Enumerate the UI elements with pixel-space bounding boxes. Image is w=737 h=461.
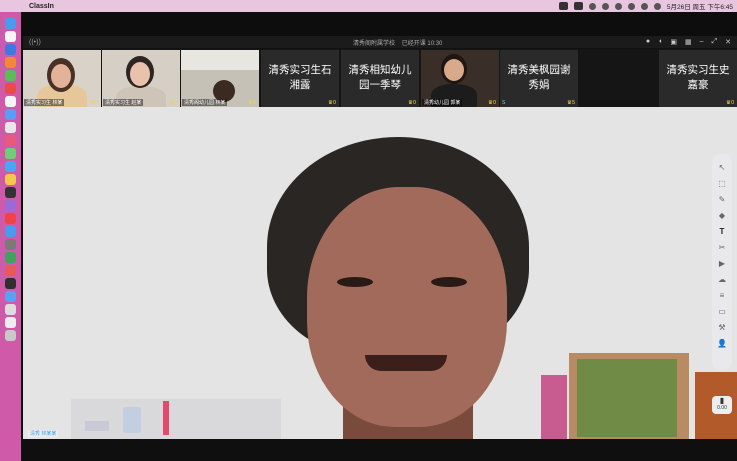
- dock: [0, 12, 21, 461]
- dock-app-icon[interactable]: [5, 174, 16, 185]
- self-video-label: 清秀 林某某: [28, 430, 59, 437]
- participant-tile[interactable]: 清秀幼儿园 郭某 ♛0: [421, 50, 499, 107]
- camera-toggle-icon[interactable]: ▣: [670, 38, 677, 46]
- fullscreen-icon[interactable]: ⤢: [712, 38, 718, 46]
- select-icon[interactable]: ⬚: [716, 178, 728, 190]
- camera-status-icon[interactable]: [558, 2, 568, 10]
- trophy-count: ♛0: [248, 100, 256, 106]
- dock-app-icon[interactable]: [5, 109, 16, 120]
- trophy-count: ♛0: [90, 100, 98, 106]
- participant-name: 清秀相知幼儿园一季琴: [348, 64, 412, 91]
- whiteboard-toolbar: ↖ ⬚ ✎ ◆ T ✂ ▶ ☁ ≡ ▭ ⚒ 👤: [712, 154, 732, 370]
- dock-app-icon[interactable]: [5, 96, 16, 107]
- participant-tile[interactable]: 清秀实习生史嘉豪 ♛0: [659, 50, 737, 107]
- camera-icon[interactable]: ▶: [716, 258, 728, 270]
- bell-icon[interactable]: [601, 2, 609, 10]
- dock-app-icon[interactable]: [5, 31, 16, 42]
- dock-app-icon[interactable]: [5, 317, 16, 328]
- dock-app-icon[interactable]: [5, 57, 16, 68]
- dock-app-icon[interactable]: [5, 70, 16, 81]
- mic-icon: S: [502, 100, 506, 106]
- participant-tile[interactable]: 清秀阁幼儿园 林某 ♛0: [181, 50, 259, 107]
- wifi-icon[interactable]: [627, 2, 635, 10]
- scissors-icon[interactable]: ✂: [716, 242, 728, 254]
- classroom-title: 清秀阁附属学校: [353, 40, 396, 47]
- participant-name: 清秀实习生 林某: [24, 99, 65, 106]
- participant-name: 清秀实习生石湘露: [268, 64, 332, 91]
- control-center-icon[interactable]: [653, 2, 661, 10]
- dock-app-icon[interactable]: [5, 83, 16, 94]
- trophy-count: ♛0: [488, 100, 496, 106]
- clock[interactable]: 5月26日 周五 下午6:45: [667, 1, 733, 11]
- dock-app-icon[interactable]: [5, 187, 16, 198]
- network-signal-icon: ((•)): [29, 38, 41, 46]
- text-icon[interactable]: T: [716, 226, 728, 238]
- dock-app-icon[interactable]: [5, 252, 16, 263]
- status-area: 5月26日 周五 下午6:45: [558, 1, 737, 11]
- users-icon[interactable]: 👤: [716, 338, 728, 350]
- participant-tile[interactable]: 清秀实习生 林某 ♛0: [23, 50, 101, 107]
- trophy-count: ♛0: [328, 100, 336, 106]
- dock-app-icon[interactable]: [5, 239, 16, 250]
- dock-app-icon[interactable]: [5, 161, 16, 172]
- bottom-bar: [23, 439, 737, 461]
- folder-icon[interactable]: ▭: [716, 306, 728, 318]
- class-timer: 已经开课 10:30: [401, 40, 443, 47]
- app-name[interactable]: ClassIn: [29, 3, 54, 10]
- participant-name: 清秀实习生 赵某: [103, 99, 144, 106]
- dock-app-icon[interactable]: [5, 291, 16, 302]
- participant-name: 清秀幼儿园 郭某: [422, 99, 463, 106]
- wechat-icon[interactable]: [614, 2, 622, 10]
- participant-name: 清秀美枫园谢秀娟: [507, 64, 571, 91]
- layers-icon[interactable]: ≡: [716, 290, 728, 302]
- pen-icon[interactable]: ✎: [716, 194, 728, 206]
- network-stats[interactable]: ▮ 0.00: [712, 396, 732, 414]
- minimize-icon[interactable]: –: [700, 38, 704, 46]
- background-poster: [569, 353, 689, 439]
- dock-app-icon[interactable]: [5, 213, 16, 224]
- mic-status-icon[interactable]: [588, 2, 596, 10]
- dock-app-icon[interactable]: [5, 278, 16, 289]
- dock-app-icon[interactable]: [5, 18, 16, 29]
- participant-name: 清秀实习生史嘉豪: [666, 64, 730, 91]
- trash-icon[interactable]: [5, 330, 16, 341]
- dock-app-icon[interactable]: [5, 265, 16, 276]
- participant-tile[interactable]: 清秀实习生石湘露 ♛0: [261, 50, 339, 107]
- trophy-count: ♛5: [567, 100, 575, 106]
- close-icon[interactable]: ✕: [725, 38, 731, 46]
- background-shelf: [71, 399, 281, 439]
- tools-icon[interactable]: ⚒: [716, 322, 728, 334]
- speaker-face: [307, 187, 507, 427]
- trophy-count: ♛0: [169, 100, 177, 106]
- microphone-icon[interactable]: ●: [646, 38, 650, 46]
- participant-tile[interactable]: 清秀美枫园谢秀娟 S ♛5: [500, 50, 578, 107]
- app-status-icon[interactable]: [573, 2, 583, 10]
- dock-app-icon[interactable]: [5, 122, 16, 133]
- dock-app-icon[interactable]: [5, 304, 16, 315]
- trophy-count: ♛0: [408, 100, 416, 106]
- speaker-icon[interactable]: ◖: [658, 38, 662, 46]
- classroom-titlebar: ((•)) 清秀阁附属学校 已经开课 10:30 ● ◖ ▣ ▦ – ⤢ ✕: [23, 36, 737, 48]
- cursor-icon[interactable]: ↖: [716, 162, 728, 174]
- window-controls: ● ◖ ▣ ▦ – ⤢ ✕: [646, 38, 731, 46]
- participant-name: 清秀阁幼儿园 林某: [182, 99, 228, 106]
- menu-bar: ClassIn 5月26日 周五 下午6:45: [0, 0, 737, 12]
- participant-strip: 清秀实习生 林某 ♛0 清秀实习生 赵某 ♛0 清秀阁幼儿园 林某 ♛0 清秀实…: [23, 49, 737, 107]
- dock-app-icon[interactable]: [5, 148, 16, 159]
- layout-grid-icon[interactable]: ▦: [685, 38, 692, 46]
- dock-app-icon[interactable]: [5, 226, 16, 237]
- search-icon[interactable]: [640, 2, 648, 10]
- participant-tile[interactable]: 清秀相知幼儿园一季琴 ♛0: [341, 50, 419, 107]
- dock-app-icon[interactable]: [5, 135, 16, 146]
- bar-chart-icon: ▮: [719, 396, 725, 405]
- trophy-count: ♛0: [726, 100, 734, 106]
- main-video: [23, 107, 737, 439]
- eraser-icon[interactable]: ◆: [716, 210, 728, 222]
- dock-app-icon[interactable]: [5, 44, 16, 55]
- participant-tile[interactable]: 清秀实习生 赵某 ♛0: [102, 50, 180, 107]
- cloud-icon[interactable]: ☁: [716, 274, 728, 286]
- dock-app-icon[interactable]: [5, 200, 16, 211]
